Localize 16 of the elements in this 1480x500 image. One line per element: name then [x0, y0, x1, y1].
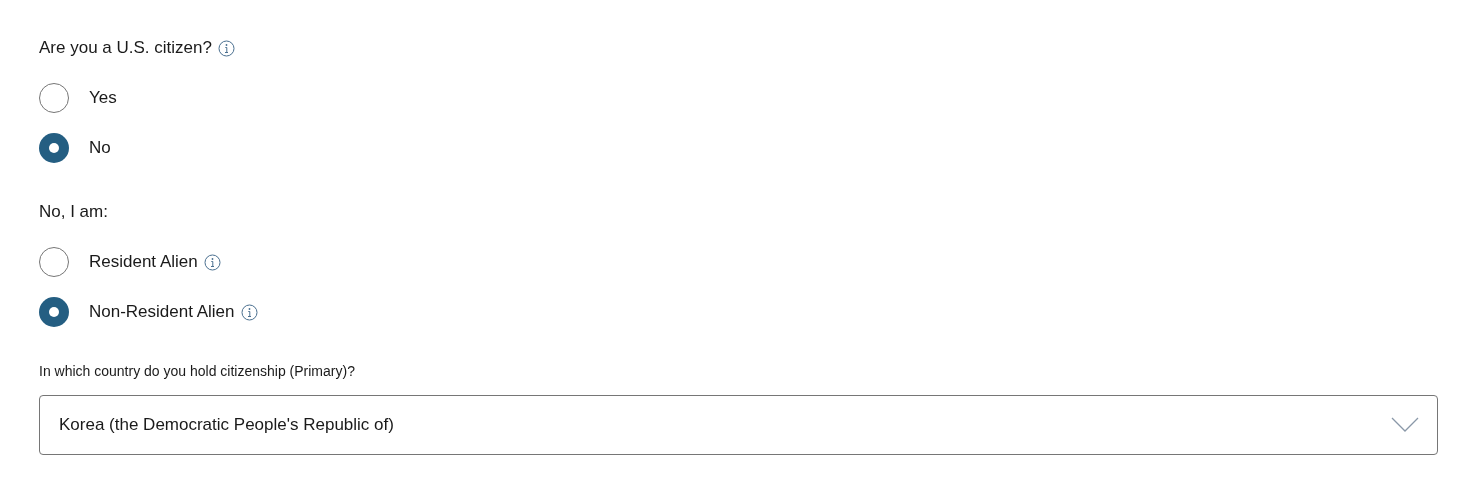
option-label[interactable]: Resident Alien	[89, 249, 198, 275]
country-select[interactable]: Korea (the Democratic People's Republic of)	[39, 395, 1438, 455]
radio-button[interactable]	[39, 297, 69, 327]
option-label[interactable]: Non-Resident Alien	[89, 299, 235, 325]
question-label: No, I am:	[39, 201, 108, 224]
info-icon[interactable]	[240, 303, 258, 321]
info-icon[interactable]	[203, 253, 221, 271]
question-label: Are you a U.S. citizen?	[39, 37, 212, 60]
radio-button[interactable]	[39, 247, 69, 277]
radio-button[interactable]	[39, 133, 69, 163]
info-icon[interactable]	[217, 39, 235, 57]
option-label[interactable]: Yes	[89, 85, 117, 111]
option-label[interactable]: No	[89, 135, 111, 161]
radio-button[interactable]	[39, 83, 69, 113]
country-label: In which country do you hold citizenship (Primary)?	[39, 362, 356, 381]
chevron-down-icon	[1391, 417, 1419, 433]
